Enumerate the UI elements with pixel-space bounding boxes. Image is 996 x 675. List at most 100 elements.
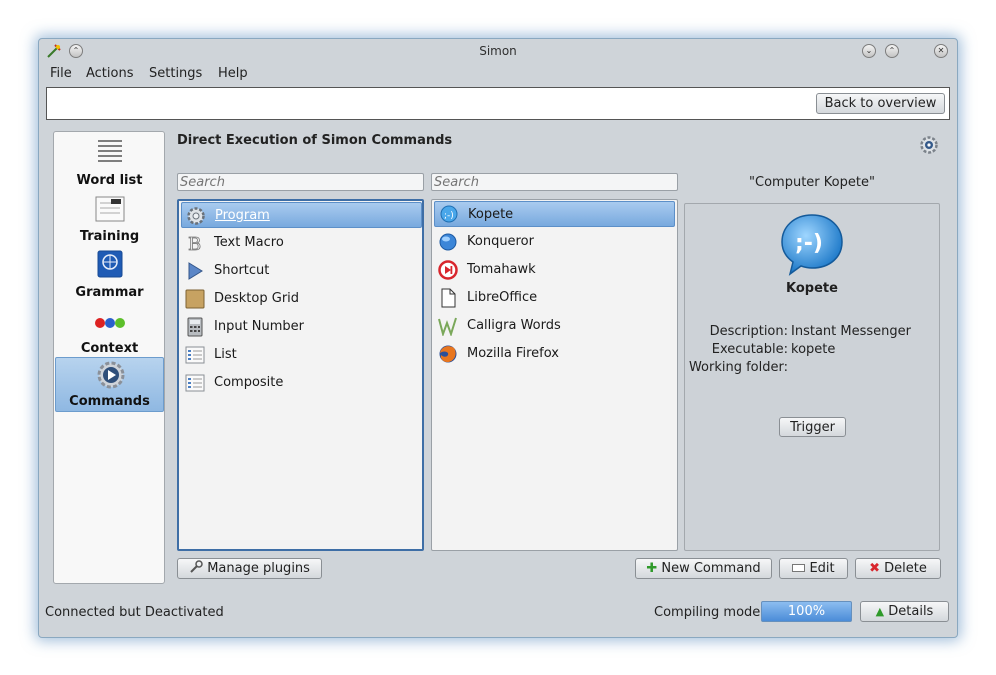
svg-text:;-): ;-) — [795, 231, 823, 256]
back-to-overview-button[interactable]: Back to overview — [816, 93, 945, 114]
context-icon — [95, 318, 125, 328]
page-title: Direct Execution of Simon Commands — [177, 133, 453, 148]
desktop-grid-icon — [185, 289, 205, 309]
window-title: Simon — [479, 44, 517, 58]
firefox-icon — [439, 345, 457, 363]
wrench-icon — [190, 560, 203, 573]
list-item-label: Tomahawk — [467, 262, 536, 277]
list-item-label: List — [214, 347, 237, 362]
sidebar-item-context[interactable]: Context — [55, 303, 164, 358]
sidebar-item-grammar[interactable]: Grammar — [55, 247, 164, 302]
gear-icon — [187, 207, 205, 225]
sidebar-item-commands[interactable]: Commands — [55, 357, 164, 412]
configure-gear-icon[interactable] — [919, 135, 939, 155]
text-macro-icon: B — [188, 234, 202, 253]
list-item-label: Program — [215, 208, 270, 223]
simon-window: ⌃ Simon ⌄ ⌃ ✕ File Actions Settings Help… — [38, 38, 958, 638]
trigger-button[interactable]: Trigger — [779, 417, 846, 437]
edit-label: Edit — [809, 561, 835, 576]
list-item-text-macro[interactable]: B Text Macro — [181, 230, 422, 256]
sidebar-label-word-list: Word list — [76, 173, 143, 188]
sidebar-item-word-list[interactable]: Word list — [55, 135, 164, 190]
tomahawk-icon — [438, 260, 458, 280]
command-name: Kopete — [786, 281, 838, 296]
sidebar-label-context: Context — [80, 341, 139, 356]
minimize-icon[interactable]: ⌄ — [862, 44, 876, 58]
list-item-label: Desktop Grid — [214, 291, 300, 306]
menu-actions[interactable]: Actions — [86, 66, 134, 81]
delete-icon: ✖ — [869, 561, 881, 576]
sidebar: Word list Training Grammar Context Comma… — [53, 131, 165, 584]
command-detail-panel: ;-) Kopete Description: Instant Messenge… — [684, 203, 940, 551]
sidebar-label-training: Training — [79, 229, 140, 244]
list-item-label: Mozilla Firefox — [467, 346, 559, 361]
menu-settings[interactable]: Settings — [149, 66, 202, 81]
delete-button[interactable]: ✖ Delete — [855, 558, 941, 579]
menu-help[interactable]: Help — [218, 66, 248, 81]
list-item-list[interactable]: List — [181, 342, 422, 368]
libreoffice-icon — [441, 288, 456, 308]
list-item-calligra-words[interactable]: Calligra Words — [434, 313, 675, 339]
commands-icon — [97, 361, 125, 389]
kopete-icon: ;-) — [440, 205, 458, 223]
detail-trigger-title: "Computer Kopete" — [749, 175, 875, 190]
close-icon[interactable]: ✕ — [934, 44, 948, 58]
description-label: Description: — [709, 324, 788, 339]
training-icon — [95, 196, 125, 222]
list-item-desktop-grid[interactable]: Desktop Grid — [181, 286, 422, 312]
new-command-button[interactable]: ✚ New Command — [635, 558, 772, 579]
details-button[interactable]: ▲ Details — [860, 601, 949, 622]
sidebar-label-grammar: Grammar — [75, 285, 144, 300]
list-item-firefox[interactable]: Mozilla Firefox — [434, 341, 675, 367]
connection-status: Connected but Deactivated — [45, 605, 224, 620]
list-item-label: Calligra Words — [467, 318, 561, 333]
working-folder-label: Working folder: — [688, 360, 788, 375]
manage-plugins-button[interactable]: Manage plugins — [177, 558, 322, 579]
toolbar-area: Back to overview — [46, 87, 950, 120]
details-label: Details — [888, 604, 934, 619]
composite-icon — [185, 374, 205, 392]
list-item-label: Input Number — [214, 319, 305, 334]
list-item-program[interactable]: Program — [181, 202, 422, 228]
menu-file[interactable]: File — [50, 66, 72, 81]
sidebar-item-training[interactable]: Training — [55, 191, 164, 246]
shortcut-icon — [188, 262, 203, 280]
plus-icon: ✚ — [646, 561, 658, 576]
grammar-icon — [97, 250, 123, 278]
manage-plugins-label: Manage plugins — [207, 561, 310, 576]
edit-button[interactable]: Edit — [779, 558, 848, 579]
delete-label: Delete — [884, 561, 927, 576]
list-item-label: Kopete — [468, 207, 514, 222]
list-item-libreoffice[interactable]: LibreOffice — [434, 285, 675, 311]
executable-label: Executable: — [711, 342, 788, 357]
konqueror-icon — [439, 233, 457, 251]
executable-value: kopete — [791, 342, 836, 357]
plugin-type-list[interactable]: Program B Text Macro Shortcut Desktop Gr… — [177, 199, 424, 551]
list-icon — [98, 140, 122, 162]
title-bar: ⌃ Simon ⌄ ⌃ ✕ — [39, 39, 957, 63]
triangle-up-icon: ▲ — [875, 605, 885, 618]
calculator-icon — [187, 317, 203, 337]
list-item-konqueror[interactable]: Konqueror — [434, 229, 675, 255]
plugin-type-search-input[interactable] — [177, 173, 424, 191]
progress-text: 100% — [787, 604, 826, 619]
list-item-kopete[interactable]: ;-) Kopete — [434, 201, 675, 227]
list-item-shortcut[interactable]: Shortcut — [181, 258, 422, 284]
list-item-tomahawk[interactable]: Tomahawk — [434, 257, 675, 283]
svg-text:;-): ;-) — [444, 211, 454, 221]
description-value: Instant Messenger — [791, 324, 911, 339]
kopete-large-icon: ;-) — [781, 214, 843, 276]
command-list[interactable]: ;-) Kopete Konqueror Tomahawk LibreOffic… — [431, 199, 678, 551]
list-view-icon — [185, 346, 205, 364]
list-item-input-number[interactable]: Input Number — [181, 314, 422, 340]
list-item-composite[interactable]: Composite — [181, 370, 422, 396]
maximize-icon[interactable]: ⌃ — [885, 44, 899, 58]
list-item-label: Text Macro — [214, 235, 284, 250]
svg-text:B: B — [188, 234, 201, 253]
menu-bar: File Actions Settings Help — [39, 63, 957, 85]
list-item-label: Shortcut — [214, 263, 270, 278]
command-search-input[interactable] — [431, 173, 678, 191]
list-item-label: Konqueror — [467, 234, 534, 249]
compiling-label: Compiling model — [654, 605, 764, 620]
new-command-label: New Command — [661, 561, 761, 576]
